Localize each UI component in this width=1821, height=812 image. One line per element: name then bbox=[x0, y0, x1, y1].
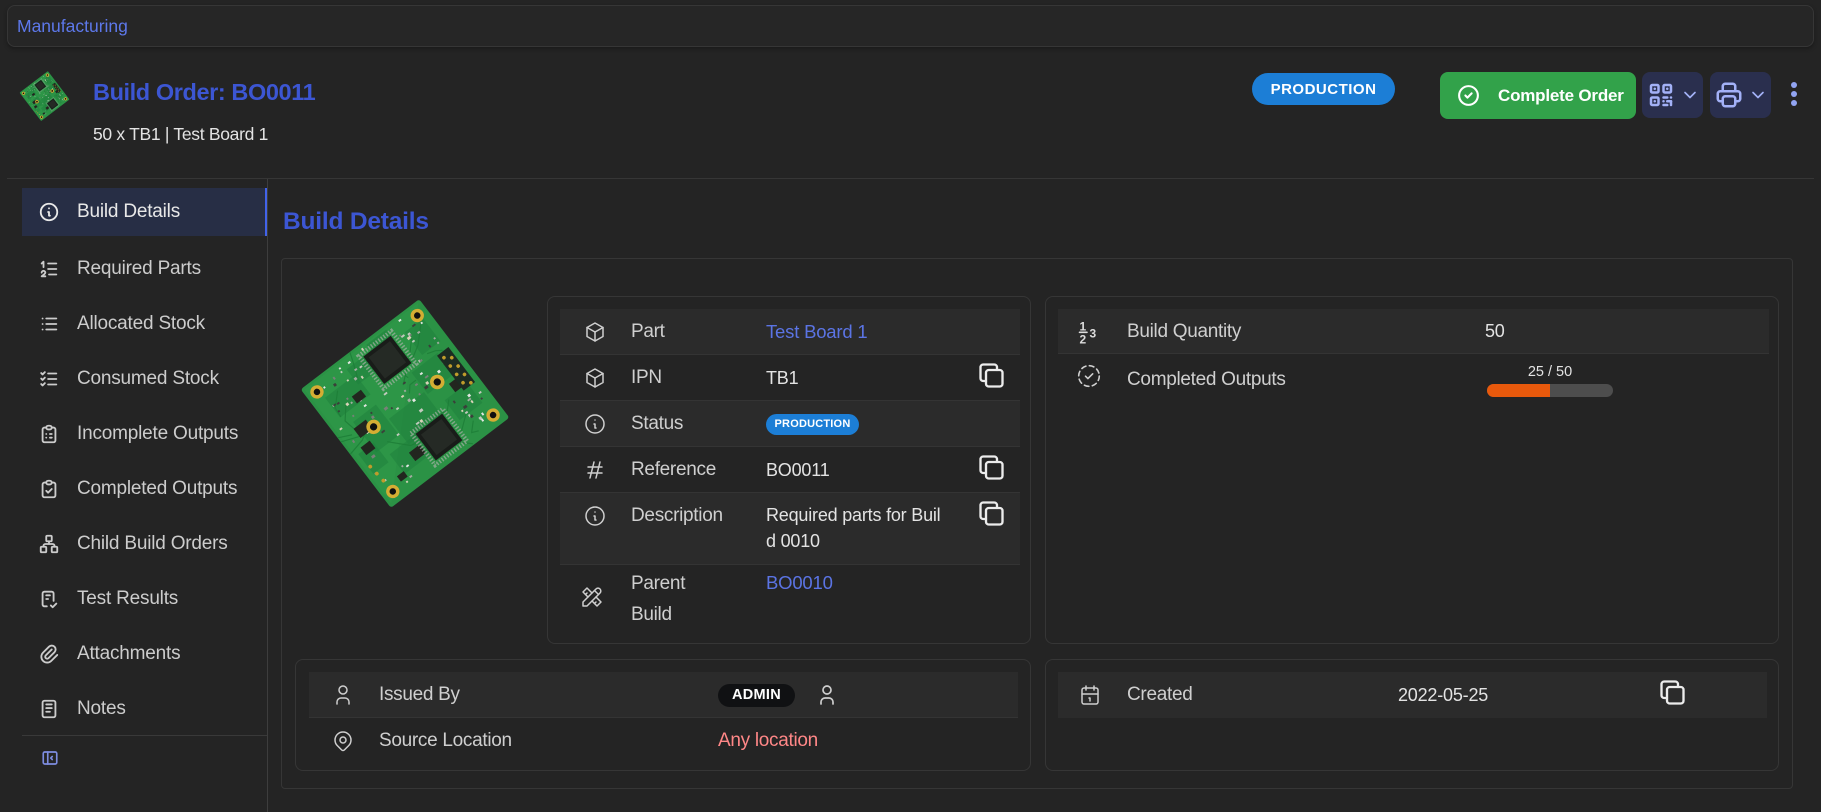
svg-text:2: 2 bbox=[1080, 332, 1087, 344]
svg-text:3: 3 bbox=[1090, 326, 1097, 340]
svg-text:1: 1 bbox=[1080, 320, 1087, 334]
